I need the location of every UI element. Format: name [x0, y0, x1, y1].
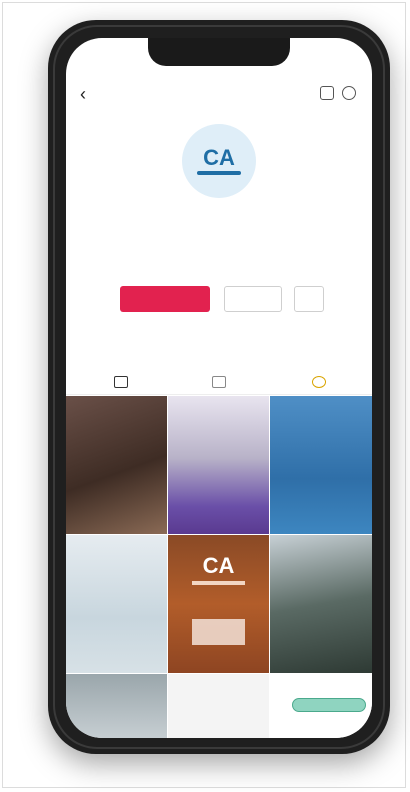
stat-likes[interactable]: [266, 244, 332, 246]
post-thumbnail[interactable]: CA: [168, 535, 269, 673]
bell-icon[interactable]: [320, 86, 334, 100]
saved-tab-icon[interactable]: [312, 376, 326, 388]
stat-followers[interactable]: [186, 244, 252, 246]
stat-following[interactable]: [106, 244, 172, 246]
profile-tabs: [66, 372, 372, 395]
avatar[interactable]: CA: [182, 124, 256, 198]
post-thumbnail[interactable]: [66, 396, 167, 534]
avatar-logo: CA: [203, 145, 235, 170]
post-thumbnail[interactable]: [66, 535, 167, 673]
post-thumbnail[interactable]: [168, 674, 269, 738]
post-thumbnail[interactable]: [270, 396, 372, 534]
profile-stats: [106, 244, 332, 246]
avatar-logo-underline: [197, 171, 241, 175]
profile-actions: [120, 286, 332, 312]
phone-screen: ‹ CA CA: [66, 38, 372, 738]
message-button[interactable]: [224, 286, 282, 312]
post-thumbnail[interactable]: [270, 535, 372, 673]
post-logo: CA: [202, 553, 235, 578]
post-text-block: [192, 619, 245, 645]
profile-topbar: ‹: [66, 84, 372, 106]
post-logo-underline: [192, 581, 245, 585]
video-tab-icon[interactable]: [212, 376, 226, 388]
back-arrow-icon[interactable]: ‹: [80, 84, 86, 105]
more-options-button[interactable]: [294, 286, 324, 312]
grid-tab-icon[interactable]: [114, 376, 128, 388]
camera-notch: [148, 38, 290, 66]
floating-pill-button[interactable]: [292, 698, 366, 712]
menu-icon[interactable]: [342, 86, 356, 100]
post-thumbnail[interactable]: [168, 396, 269, 534]
post-thumbnail[interactable]: [66, 674, 167, 738]
follow-button[interactable]: [120, 286, 210, 312]
posts-grid: CA: [66, 396, 372, 738]
